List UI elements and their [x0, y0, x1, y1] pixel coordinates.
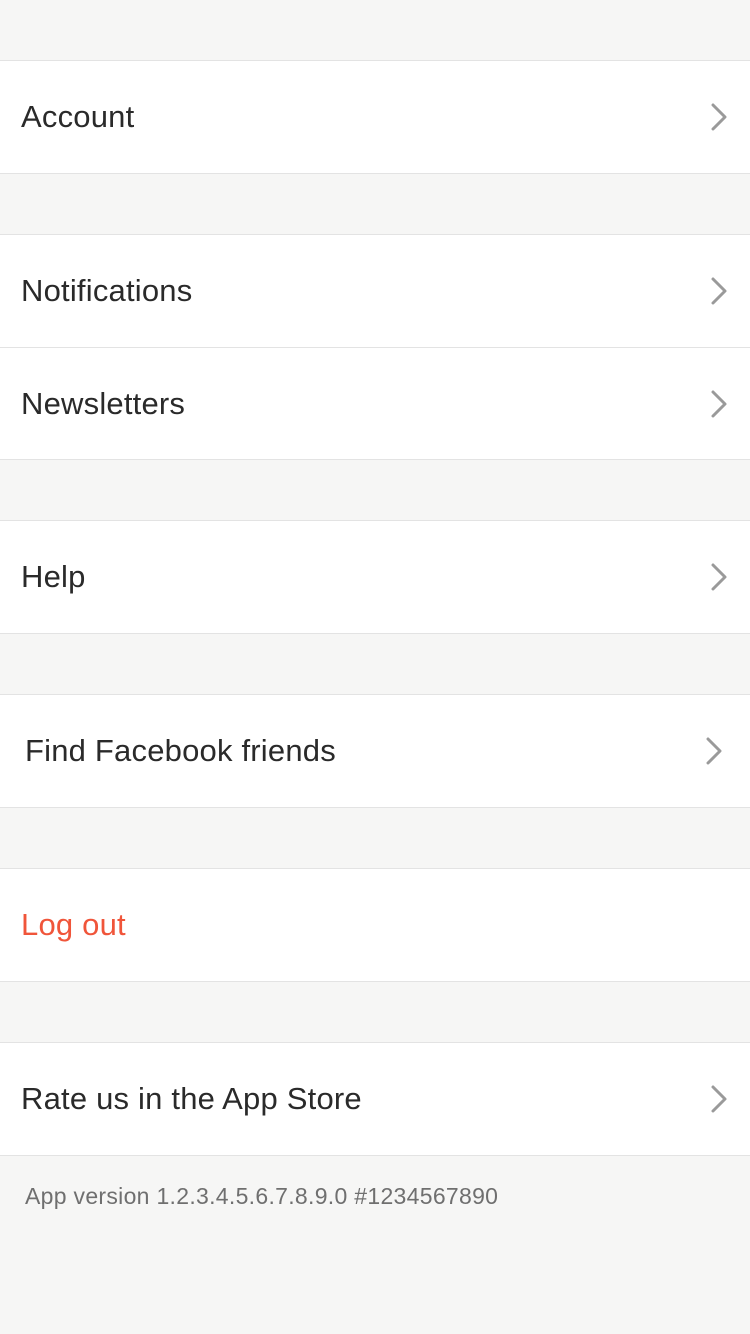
- facebook-section: Find Facebook friends: [0, 694, 750, 808]
- chevron-right-icon: [709, 389, 729, 419]
- app-version-text: App version 1.2.3.4.5.6.7.8.9.0 #1234567…: [25, 1183, 499, 1209]
- find-facebook-friends-label: Find Facebook friends: [25, 733, 336, 768]
- chevron-right-icon: [709, 562, 729, 592]
- chevron-right-icon: [709, 102, 729, 132]
- settings-list: Account Notifications Newsletters Help F…: [0, 0, 750, 1156]
- section-spacer: [0, 982, 750, 1042]
- newsletters-row[interactable]: Newsletters: [0, 347, 750, 459]
- logout-section: Log out: [0, 868, 750, 982]
- log-out-label: Log out: [21, 907, 126, 942]
- log-out-button[interactable]: Log out: [0, 869, 750, 981]
- help-section: Help: [0, 520, 750, 634]
- section-spacer: [0, 634, 750, 694]
- rate-app-label: Rate us in the App Store: [21, 1081, 362, 1116]
- notifications-row[interactable]: Notifications: [0, 235, 750, 347]
- section-spacer: [0, 174, 750, 234]
- chevron-right-icon: [704, 736, 724, 766]
- help-label: Help: [21, 559, 86, 594]
- account-row[interactable]: Account: [0, 61, 750, 173]
- notifications-label: Notifications: [21, 273, 193, 308]
- newsletters-label: Newsletters: [21, 385, 186, 421]
- section-spacer: [0, 460, 750, 520]
- section-spacer: [0, 0, 750, 60]
- account-section: Account: [0, 60, 750, 174]
- section-spacer: [0, 808, 750, 868]
- rate-section: Rate us in the App Store: [0, 1042, 750, 1156]
- notifications-section: Notifications Newsletters: [0, 234, 750, 460]
- account-label: Account: [21, 99, 135, 134]
- chevron-right-icon: [709, 276, 729, 306]
- help-row[interactable]: Help: [0, 521, 750, 633]
- chevron-right-icon: [709, 1084, 729, 1114]
- rate-app-row[interactable]: Rate us in the App Store: [0, 1043, 750, 1155]
- find-facebook-friends-row[interactable]: Find Facebook friends: [0, 695, 750, 807]
